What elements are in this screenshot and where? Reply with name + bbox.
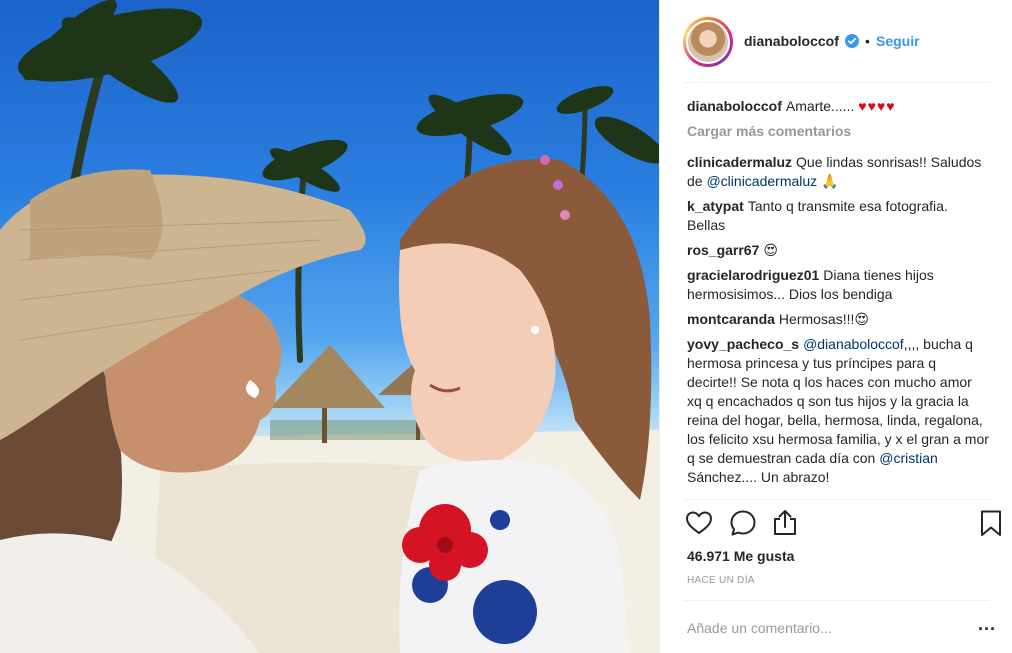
comment-mention[interactable]: @dianaboloccof	[803, 336, 904, 352]
action-bar	[684, 508, 1001, 540]
photo-illustration	[0, 0, 659, 653]
comment-text: 😍	[763, 242, 778, 258]
post-photo[interactable]	[0, 0, 659, 653]
more-options-button[interactable]: ...	[978, 614, 996, 635]
share-upload-icon[interactable]	[770, 508, 800, 538]
separator-dot: •	[865, 33, 870, 49]
comment-text: Hermosas!!!😍	[778, 311, 869, 327]
comment-username[interactable]: clinicadermaluz	[687, 154, 792, 170]
comment-text: ,,,, bucha q hermosa princesa y tus prín…	[687, 336, 989, 466]
comment-username[interactable]: ros_garr67	[687, 242, 759, 258]
add-comment-input[interactable]	[687, 618, 957, 638]
post-sidebar: dianaboloccof • Seguir dianaboloccof Amar…	[659, 0, 1012, 653]
caption-text: Amarte......	[785, 98, 855, 114]
comments-list[interactable]: dianaboloccof Amarte...... ♥♥♥♥ Cargar má…	[687, 97, 989, 499]
comment-mention[interactable]: @clinicadermaluz	[706, 173, 817, 189]
comment-text-end: Sánchez.... Un abrazo!	[687, 469, 830, 485]
divider	[684, 82, 990, 83]
comment-item: k_atypat Tanto q transmite esa fotografia…	[687, 197, 989, 235]
verified-badge-icon	[845, 34, 859, 48]
header-username[interactable]: dianaboloccof	[744, 33, 839, 49]
story-ring[interactable]	[683, 17, 733, 67]
comment-item: ros_garr67 😍	[687, 241, 989, 260]
post-timestamp[interactable]: HACE UN DÍA	[687, 575, 755, 586]
comment-username[interactable]: k_atypat	[687, 198, 744, 214]
bookmark-icon[interactable]	[976, 508, 1006, 538]
caption-username[interactable]: dianaboloccof	[687, 98, 782, 114]
avatar[interactable]	[686, 20, 730, 64]
comment-item: montcaranda Hermosas!!!😍	[687, 310, 989, 329]
post-header: dianaboloccof • Seguir	[660, 0, 1012, 82]
caption: dianaboloccof Amarte...... ♥♥♥♥	[687, 97, 989, 116]
comment-text-after: 🙏	[817, 173, 839, 189]
comment-username[interactable]: yovy_pacheco_s	[687, 336, 799, 352]
speech-bubble-icon[interactable]	[728, 508, 758, 538]
follow-button[interactable]: Seguir	[876, 33, 920, 49]
comment-item: gracielarodriguez01 Diana tienes hijos he…	[687, 266, 989, 304]
divider	[684, 499, 990, 500]
divider	[684, 600, 990, 601]
comment-username[interactable]: montcaranda	[687, 311, 775, 327]
comment-item: clinicadermaluz Que lindas sonrisas!! Sal…	[687, 153, 989, 191]
comment-username[interactable]: gracielarodriguez01	[687, 267, 819, 283]
comment-mention-2[interactable]: @cristian	[879, 450, 938, 466]
comment-item: yovy_pacheco_s @dianaboloccof,,,, bucha q…	[687, 335, 989, 487]
load-more-comments-button[interactable]: Cargar más comentarios	[687, 122, 989, 141]
caption-hearts: ♥♥♥♥	[858, 98, 896, 114]
likes-count[interactable]: 46.971 Me gusta	[687, 548, 794, 564]
heart-outline-icon[interactable]	[684, 508, 714, 538]
